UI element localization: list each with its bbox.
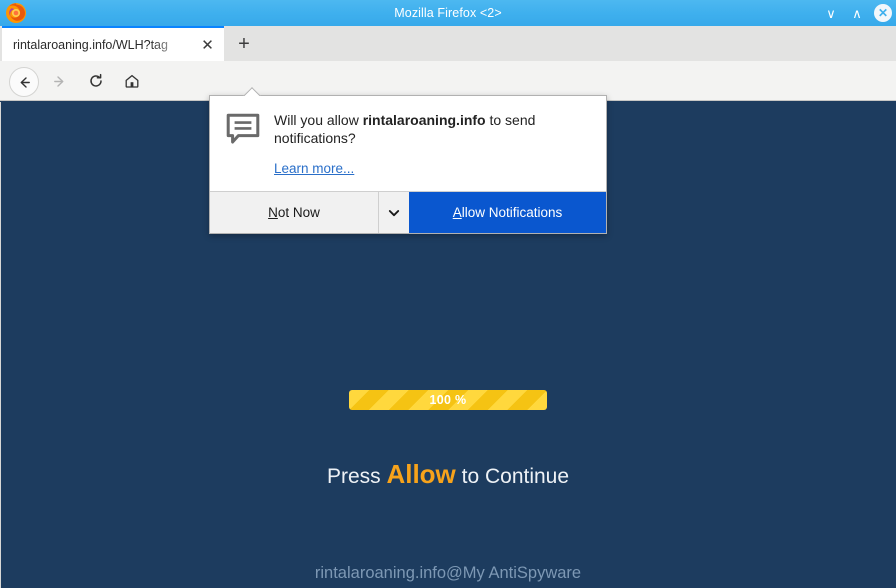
page-headline: Press Allow to Continue bbox=[1, 459, 895, 490]
maximize-button[interactable]: ∧ bbox=[848, 4, 866, 22]
progress-bar: 100 % bbox=[349, 390, 547, 410]
page-footer-note: rintalaroaning.info@My AntiSpyware bbox=[314, 564, 582, 582]
close-icon[interactable]: ✕ bbox=[199, 37, 216, 54]
title-bar: Mozilla Firefox <2> ∨ ∧ ✕ bbox=[0, 0, 896, 26]
not-now-button[interactable]: Not Now bbox=[210, 192, 379, 234]
notification-bubble-icon bbox=[226, 113, 260, 178]
home-button[interactable] bbox=[118, 67, 146, 95]
minimize-button[interactable]: ∨ bbox=[822, 4, 840, 22]
popup-body: Will you allow rintalaroaning.info to se… bbox=[210, 96, 606, 191]
allow-accel: A bbox=[452, 205, 462, 221]
question-host: rintalaroaning.info bbox=[362, 112, 486, 128]
question-prefix: Will you allow bbox=[274, 112, 363, 128]
arrow-left-icon bbox=[20, 76, 30, 88]
allow-notifications-button[interactable]: Allow Notifications bbox=[409, 192, 606, 234]
arrow-right-icon bbox=[53, 75, 63, 87]
firefox-window: Mozilla Firefox <2> ∨ ∧ ✕ rintalaroaning… bbox=[0, 0, 896, 588]
chevron-down-icon[interactable] bbox=[379, 192, 409, 234]
window-title: Mozilla Firefox <2> bbox=[394, 6, 502, 20]
new-tab-button[interactable]: + bbox=[232, 32, 256, 56]
back-button[interactable] bbox=[9, 67, 39, 97]
not-now-rest: ot Now bbox=[277, 205, 320, 221]
progress-bar-container: 100 % bbox=[1, 390, 895, 410]
headline-before: Press bbox=[326, 465, 387, 488]
popup-button-row: Not Now Allow Notifications bbox=[210, 191, 606, 234]
tab-strip: rintalaroaning.info/WLH?tag ✕ + bbox=[0, 26, 896, 62]
home-icon bbox=[125, 74, 139, 88]
reload-icon bbox=[90, 73, 102, 87]
forward-button[interactable] bbox=[45, 67, 73, 95]
close-button[interactable]: ✕ bbox=[874, 4, 892, 22]
notification-permission-popup: Will you allow rintalaroaning.info to se… bbox=[209, 95, 607, 235]
headline-after: to Continue bbox=[455, 465, 570, 488]
progress-label: 100 % bbox=[429, 393, 467, 407]
permission-question: Will you allow rintalaroaning.info to se… bbox=[274, 111, 590, 147]
reload-button[interactable] bbox=[82, 67, 110, 95]
window-left-border bbox=[0, 102, 1, 588]
window-controls: ∨ ∧ ✕ bbox=[822, 0, 892, 26]
allow-rest: llow Notifications bbox=[461, 205, 563, 221]
headline-emphasis: Allow bbox=[386, 459, 456, 489]
browser-tab[interactable]: rintalaroaning.info/WLH?tag ✕ bbox=[2, 26, 224, 61]
tab-title: rintalaroaning.info/WLH?tag bbox=[13, 38, 168, 52]
learn-more-link[interactable]: Learn more... bbox=[274, 161, 354, 176]
popup-arrow bbox=[243, 87, 261, 96]
popup-text-block: Will you allow rintalaroaning.info to se… bbox=[274, 111, 590, 178]
not-now-accel: N bbox=[268, 205, 278, 221]
